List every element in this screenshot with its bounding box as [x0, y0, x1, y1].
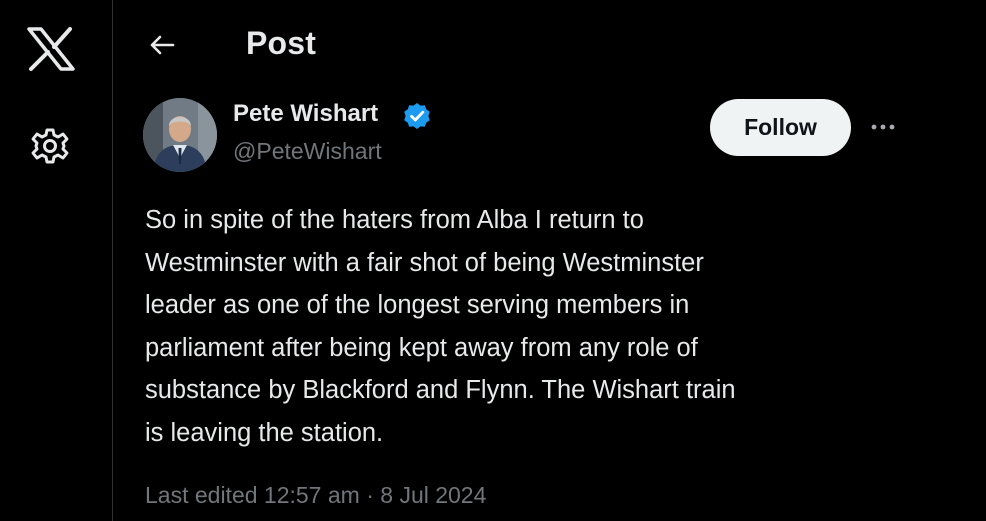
avatar[interactable] — [143, 98, 217, 172]
verified-badge-icon — [404, 103, 430, 129]
page-title: Post — [246, 25, 317, 61]
post-text: So in spite of the haters from Alba I re… — [145, 206, 736, 447]
follow-button[interactable]: Follow — [710, 99, 851, 156]
page-header: Post — [113, 0, 986, 92]
post-timestamp[interactable]: Last edited 12:57 am · 8 Jul 2024 — [145, 482, 486, 509]
left-rail — [0, 0, 112, 521]
more-options-icon[interactable] — [866, 112, 900, 142]
x-logo-icon[interactable] — [26, 26, 76, 72]
author-handle[interactable]: @PeteWishart — [233, 138, 382, 165]
gear-icon[interactable] — [30, 126, 70, 166]
back-arrow-icon[interactable] — [147, 30, 177, 60]
author-name[interactable]: Pete Wishart — [233, 100, 378, 128]
